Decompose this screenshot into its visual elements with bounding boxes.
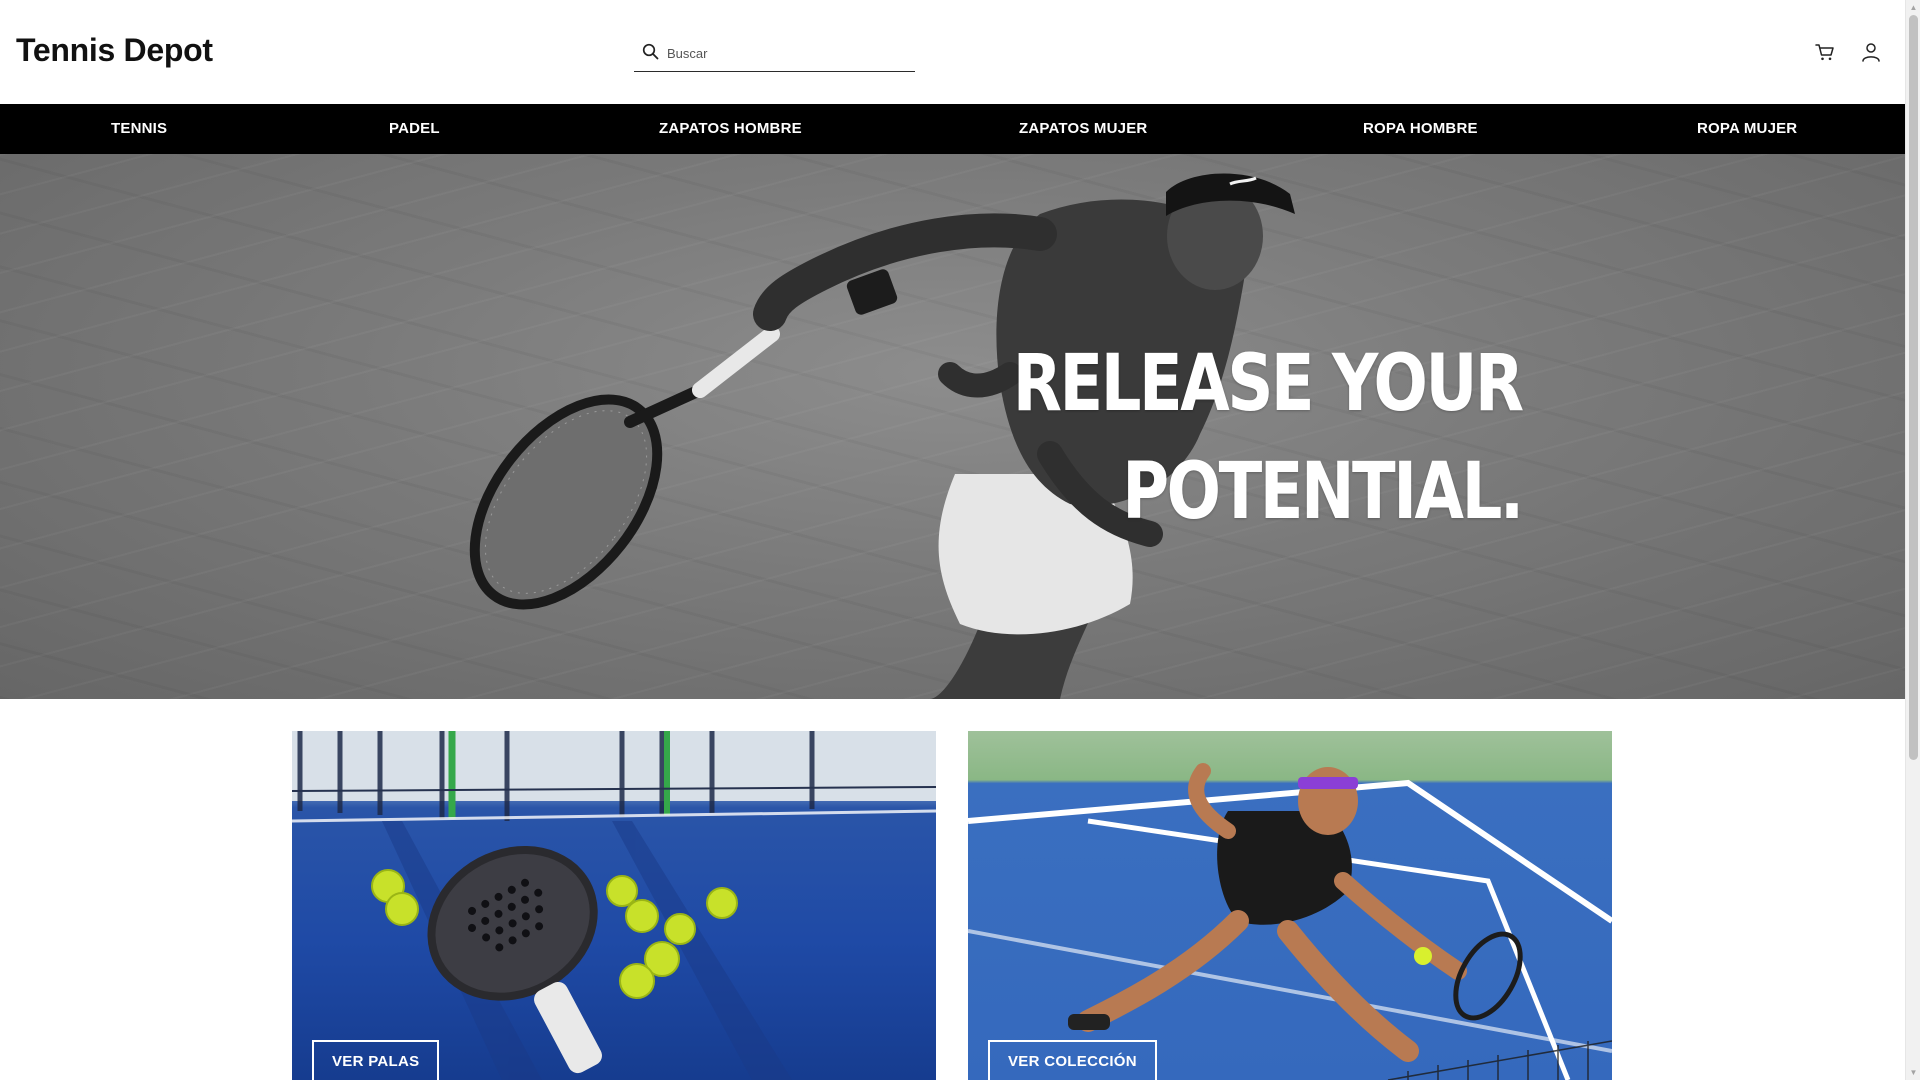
hero-headline: RELEASE YOUR POTENTIAL.	[1013, 330, 1525, 546]
padel-court-illustration	[292, 731, 936, 1080]
site-logo[interactable]: Tennis Depot	[16, 32, 213, 69]
nav-item-zapatos-mujer[interactable]: ZAPATOS MUJER	[1019, 104, 1147, 154]
page: Tennis Depot Buscar TENNIS PADEL ZAPATOS…	[0, 0, 1905, 1080]
page-scrollbar[interactable]: ▲ ▼	[1905, 0, 1920, 1080]
tennis-collection-card[interactable]: VER COLECCIÓN	[968, 731, 1612, 1080]
header-actions	[1813, 40, 1883, 64]
search-bar[interactable]	[634, 36, 915, 72]
hero-banner[interactable]: RELEASE YOUR POTENTIAL.	[0, 154, 1905, 699]
site-header: Tennis Depot	[0, 0, 1905, 104]
nav-item-padel[interactable]: PADEL	[389, 104, 440, 154]
ver-coleccion-button[interactable]: VER COLECCIÓN	[988, 1040, 1157, 1080]
padel-promo-card[interactable]: VER PALAS	[292, 731, 936, 1080]
racket-icon	[469, 326, 780, 610]
nav-item-ropa-hombre[interactable]: ROPA HOMBRE	[1363, 104, 1478, 154]
user-icon[interactable]	[1859, 40, 1883, 64]
nav-item-tennis[interactable]: TENNIS	[111, 104, 167, 154]
hero-headline-line-1: RELEASE YOUR	[1013, 339, 1524, 429]
hero-headline-line-2: POTENTIAL.	[1122, 447, 1525, 537]
scroll-down-icon[interactable]: ▼	[1906, 1065, 1920, 1080]
nav-item-zapatos-hombre[interactable]: ZAPATOS HOMBRE	[659, 104, 802, 154]
cart-icon[interactable]	[1813, 40, 1837, 64]
hero-player-illustration	[469, 173, 1295, 699]
tennis-court-illustration	[968, 763, 1612, 1080]
scrollbar-thumb[interactable]	[1909, 15, 1918, 760]
search-icon[interactable]	[634, 43, 659, 65]
scroll-up-icon[interactable]: ▲	[1906, 0, 1920, 15]
ver-palas-button[interactable]: VER PALAS	[312, 1040, 440, 1080]
nav-item-ropa-mujer[interactable]: ROPA MUJER	[1697, 104, 1797, 154]
main-nav: TENNIS PADEL ZAPATOS HOMBRE ZAPATOS MUJE…	[0, 104, 1905, 154]
search-input[interactable]	[665, 45, 895, 62]
